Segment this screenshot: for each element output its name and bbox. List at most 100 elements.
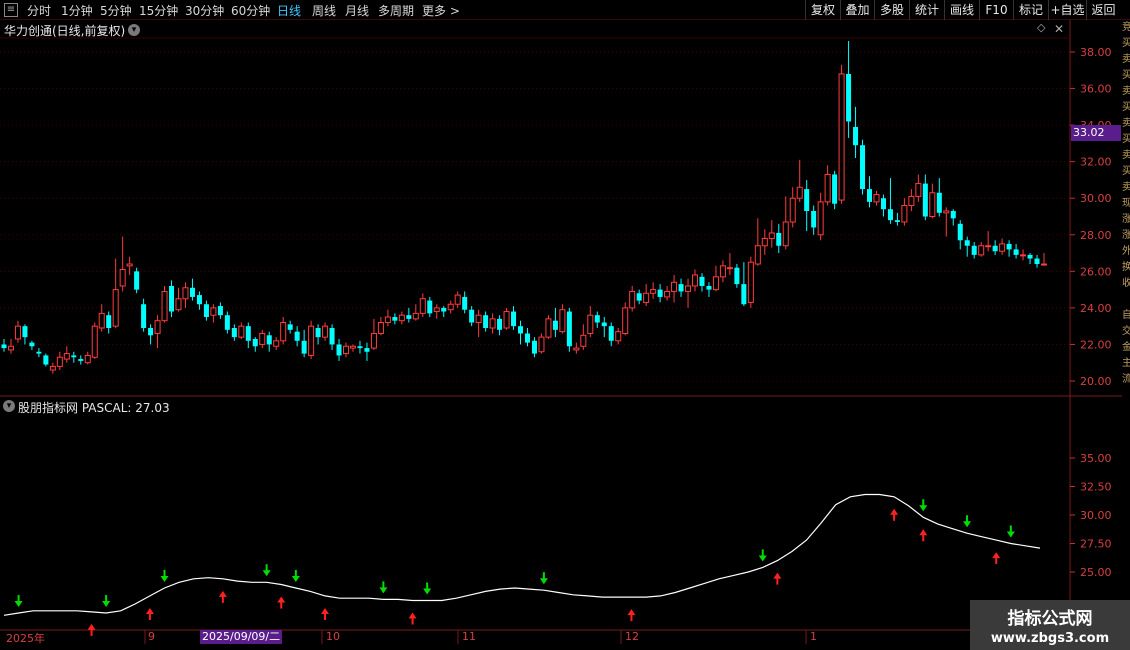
- candle: [1020, 249, 1027, 261]
- quote-panel-char: [1122, 388, 1130, 404]
- sell-signal-arrow: [408, 612, 417, 625]
- candle-body: [545, 318, 552, 338]
- candle-body: [203, 304, 209, 318]
- candle: [768, 220, 775, 248]
- candle: [475, 309, 482, 338]
- candle-body: [259, 332, 266, 345]
- candle-body: [231, 327, 237, 338]
- candle: [538, 333, 545, 354]
- candle-body: [789, 197, 796, 223]
- candle-body: [503, 311, 510, 329]
- candle-body: [287, 324, 293, 330]
- candle: [552, 307, 558, 338]
- quote-panel-char: 卖: [1122, 182, 1130, 193]
- candle-body: [217, 306, 223, 316]
- candle: [880, 194, 886, 217]
- candle-body: [294, 331, 300, 341]
- candle: [148, 324, 154, 345]
- candle-body: [936, 192, 942, 213]
- arrow-head: [291, 575, 300, 582]
- candle: [364, 342, 370, 361]
- candle: [838, 64, 845, 204]
- candle-body: [112, 289, 119, 327]
- candle-body: [175, 298, 182, 311]
- candle-body: [636, 293, 642, 301]
- sell-signal-arrow: [321, 607, 330, 620]
- candle: [210, 304, 217, 323]
- price-axis-label: 20.00: [1080, 375, 1112, 388]
- candle: [950, 209, 956, 226]
- candle: [126, 256, 133, 275]
- candle-body: [189, 287, 195, 297]
- candle-body: [266, 335, 272, 345]
- candle: [433, 304, 440, 319]
- candle: [957, 220, 963, 250]
- quote-panel-char: 换: [1122, 262, 1130, 273]
- candle-body: [726, 267, 733, 270]
- date-axis-label: 2025年: [6, 632, 45, 645]
- candle: [985, 231, 992, 252]
- quote-panel-char: 收: [1122, 278, 1130, 289]
- candle: [531, 337, 537, 358]
- candle: [238, 322, 245, 339]
- candle-body: [768, 232, 775, 239]
- candle: [134, 267, 140, 294]
- candle-body: [412, 312, 419, 320]
- candle: [273, 337, 280, 350]
- candle-body: [643, 292, 650, 303]
- candle: [245, 322, 251, 349]
- candle: [601, 317, 607, 338]
- candle-body: [601, 322, 607, 327]
- arrow-head: [963, 521, 972, 528]
- candle: [392, 313, 398, 325]
- candle-body: [594, 315, 600, 323]
- candle: [329, 324, 335, 350]
- candle: [43, 353, 49, 367]
- candle-body: [182, 287, 189, 300]
- candle-body: [580, 334, 587, 347]
- candle-body: [615, 331, 622, 342]
- price-axis-label: 22.00: [1080, 338, 1112, 351]
- arrow-head: [627, 609, 636, 616]
- candle-body: [1040, 263, 1048, 266]
- candle-body: [49, 365, 56, 371]
- stock-chart[interactable]: 38.0036.0034.0032.0030.0028.0026.0024.00…: [0, 0, 1130, 650]
- candle-body: [901, 205, 908, 223]
- arrow-head: [262, 570, 271, 577]
- candle: [789, 187, 796, 228]
- quote-panel-char: 卖: [1122, 54, 1130, 65]
- buy-signal-arrow: [919, 499, 928, 512]
- date-axis-label: 1: [810, 630, 817, 643]
- quote-panel-char: [1122, 436, 1130, 452]
- candle-body: [441, 307, 447, 312]
- indicator-axis-label: 30.00: [1080, 509, 1112, 522]
- candle-body: [343, 345, 350, 355]
- candle-body: [894, 220, 900, 222]
- candle: [608, 322, 614, 347]
- candle: [49, 362, 56, 374]
- candle: [873, 190, 880, 206]
- candle: [22, 324, 28, 345]
- candle: [1034, 254, 1040, 268]
- indicator-axis-label: 27.50: [1080, 538, 1112, 551]
- sell-signal-arrow: [277, 596, 286, 609]
- candle: [936, 178, 942, 217]
- current-price-tag: 33.02: [1071, 125, 1121, 141]
- candle: [336, 338, 342, 361]
- candle: [91, 322, 98, 360]
- candle-body: [573, 347, 580, 351]
- candle-body: [685, 285, 692, 292]
- candle-body: [992, 245, 998, 252]
- quote-panel-char: [1122, 452, 1130, 468]
- date-axis-label: 11: [462, 630, 476, 643]
- arrow-head: [919, 505, 928, 512]
- candle-body: [622, 307, 629, 334]
- candle: [169, 280, 175, 318]
- buy-signal-arrow: [963, 515, 972, 528]
- arrow-head: [321, 607, 330, 614]
- candle: [685, 278, 692, 308]
- candle: [824, 165, 831, 206]
- arrow-head: [992, 552, 1001, 559]
- buy-signal-arrow: [14, 595, 23, 608]
- candle-body: [950, 211, 956, 219]
